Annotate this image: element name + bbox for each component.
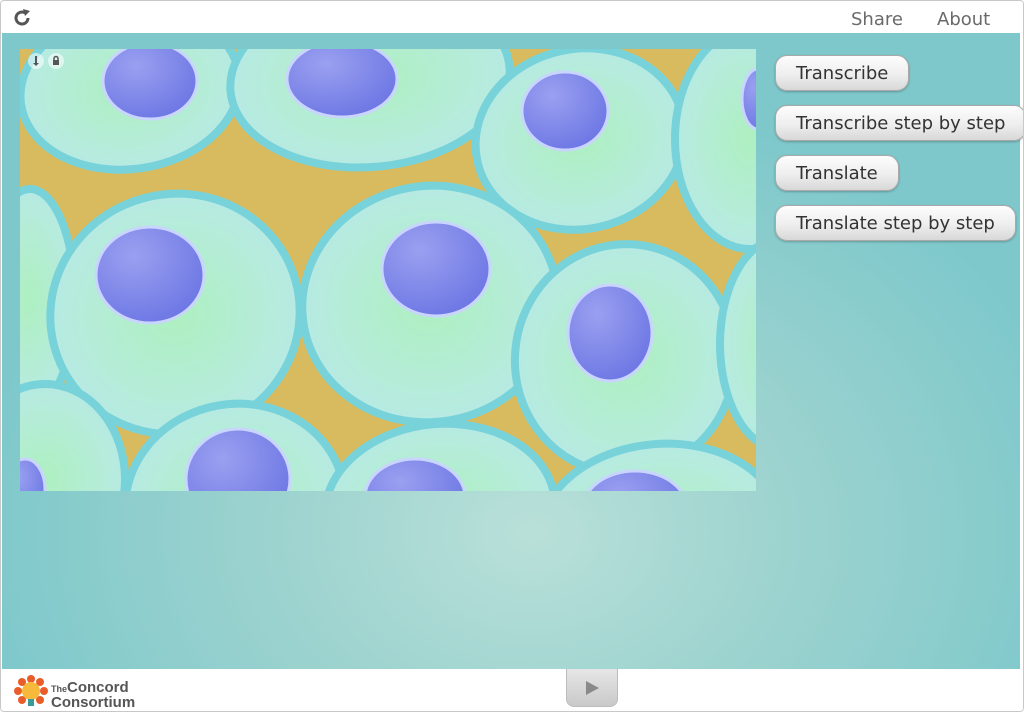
nucleus xyxy=(520,70,610,152)
top-bar: Share About xyxy=(1,1,1023,33)
nucleus xyxy=(285,49,399,119)
share-link[interactable]: Share xyxy=(851,9,903,30)
app-frame: Share About Transcribe Transcribe step b… xyxy=(0,0,1024,712)
footer-bar: TheConcord Consortium xyxy=(1,669,1023,711)
logo-text: TheConcord Consortium xyxy=(51,680,136,711)
logo-the: The xyxy=(51,684,68,694)
about-link[interactable]: About xyxy=(937,9,990,30)
transcribe-step-button[interactable]: Transcribe step by step xyxy=(775,105,1023,141)
nucleus xyxy=(380,220,492,318)
lightbulb-logo-icon xyxy=(14,675,48,706)
play-icon xyxy=(586,680,599,695)
nucleus xyxy=(101,49,199,121)
main-panel: Transcribe Transcribe step by step Trans… xyxy=(2,33,1023,669)
cell-scene[interactable] xyxy=(20,49,756,491)
nucleus xyxy=(94,225,206,325)
logo-consortium: Consortium xyxy=(51,694,136,711)
cell-illustration xyxy=(20,49,756,491)
translate-button[interactable]: Translate xyxy=(775,155,899,191)
translate-step-button[interactable]: Translate step by step xyxy=(775,205,1016,241)
nucleus xyxy=(566,283,654,383)
info-icon[interactable] xyxy=(28,53,44,69)
concord-logo[interactable]: TheConcord Consortium xyxy=(13,673,153,711)
play-button[interactable] xyxy=(566,669,618,707)
lock-icon[interactable] xyxy=(48,53,64,69)
scene-controls xyxy=(28,53,64,71)
reload-icon[interactable] xyxy=(12,8,32,28)
transcribe-button[interactable]: Transcribe xyxy=(775,55,910,91)
